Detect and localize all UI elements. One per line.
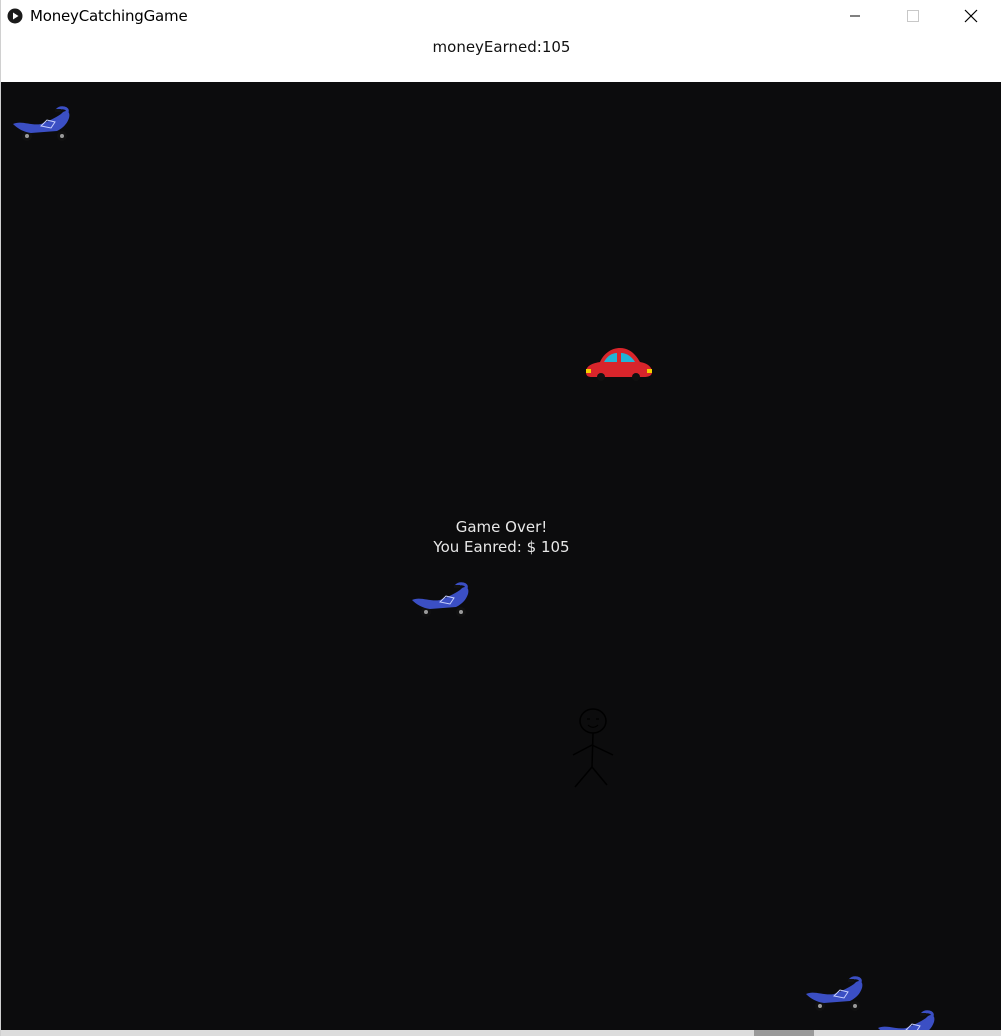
game-canvas[interactable]: Game Over! You Eanred: $ 105 <box>1 82 1001 1030</box>
money-earned-label: moneyEarned:105 <box>432 38 571 56</box>
stick-figure-player-icon[interactable] <box>567 707 619 792</box>
scrollbar-thumb[interactable] <box>754 1030 814 1036</box>
motorbike-icon <box>13 106 70 141</box>
game-window: MoneyCatchingGame moneyEarned:105 Game O… <box>0 0 1001 1036</box>
motorbike-icon <box>878 1010 935 1030</box>
close-button[interactable] <box>942 0 1000 32</box>
game-over-earnings: You Eanred: $ 105 <box>433 538 570 556</box>
hud-strip: moneyEarned:105 <box>1 33 1001 82</box>
car-icon <box>586 348 652 381</box>
close-icon <box>964 9 978 23</box>
motorbike-icon <box>412 582 469 617</box>
title-bar[interactable]: MoneyCatchingGame <box>1 0 1001 33</box>
window-title: MoneyCatchingGame <box>30 7 188 25</box>
motorbike-icon <box>806 976 863 1011</box>
minimize-button[interactable] <box>826 0 884 32</box>
minimize-icon <box>850 15 860 17</box>
game-over-message: Game Over! You Eanred: $ 105 <box>1 517 1001 557</box>
game-over-title: Game Over! <box>455 518 548 536</box>
maximize-icon <box>907 10 919 22</box>
app-play-icon <box>7 8 23 24</box>
horizontal-scrollbar[interactable] <box>1 1030 1001 1036</box>
maximize-button[interactable] <box>884 0 942 32</box>
